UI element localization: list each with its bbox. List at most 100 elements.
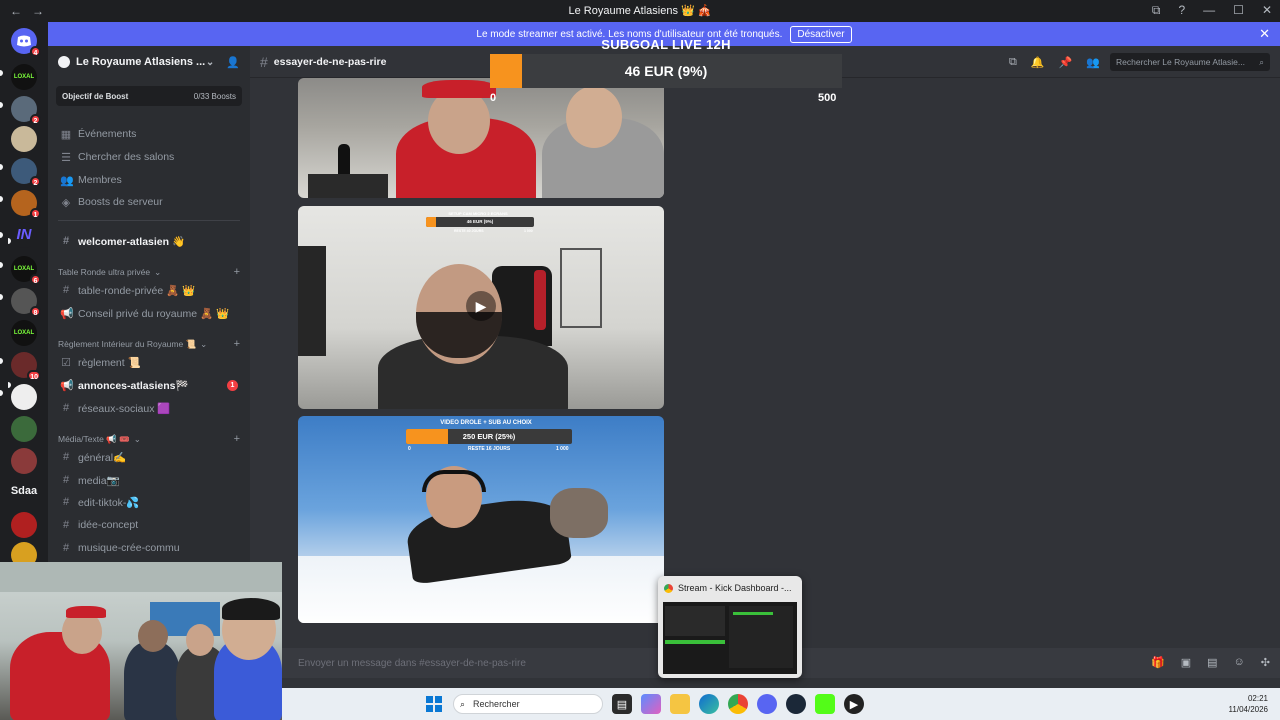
unread-pill xyxy=(0,232,3,238)
discord-icon[interactable] xyxy=(757,694,777,714)
add-channel-icon[interactable]: + xyxy=(234,266,240,278)
channel-media[interactable]: # media📷 xyxy=(56,470,242,490)
minimize-button[interactable]: — xyxy=(1203,3,1215,18)
channel-label: général✍️ xyxy=(78,451,127,464)
boost-label: Objectif de Boost xyxy=(62,91,129,101)
apps-icon[interactable]: ✣ xyxy=(1261,656,1270,669)
channel-reglement[interactable]: ☑ règlement 📜 xyxy=(56,352,242,372)
server-loxal-icon[interactable]: LOXAL xyxy=(11,64,37,90)
video-attachment-3[interactable]: VIDEO DROLE + SUB AU CHOIX 250 EUR (25%)… xyxy=(298,416,664,623)
beanie xyxy=(222,598,280,620)
nav-events[interactable]: ▦ Événements xyxy=(56,124,242,144)
nav-members[interactable]: 👥 Membres xyxy=(56,170,242,190)
system-clock[interactable]: 02:21 11/04/2026 xyxy=(1229,693,1268,715)
server-avatar-icon[interactable] xyxy=(11,512,37,538)
subgoal-bar: 46 EUR (9%) xyxy=(490,54,842,88)
bell-icon[interactable]: 🔔 xyxy=(1031,56,1045,69)
hash-icon: # xyxy=(62,402,70,414)
speaker xyxy=(298,246,326,356)
media-player-icon[interactable]: ▶ xyxy=(844,694,864,714)
channel-general[interactable]: # général✍️ xyxy=(56,447,242,467)
desk-chair xyxy=(308,174,388,198)
boost-goal[interactable]: Objectif de Boost 0/33 Boosts xyxy=(56,86,242,106)
clock-time: 02:21 xyxy=(1247,694,1268,703)
server-avatar-icon[interactable]: 1 xyxy=(11,190,41,219)
channel-sidebar: Le Royaume Atlasiens ... ⌄ 👤 Objectif de… xyxy=(8,46,250,562)
server-loxal-icon[interactable]: LOXAL xyxy=(11,320,37,346)
channel-edit-tiktok[interactable]: # edit-tiktok-💦 xyxy=(56,492,242,512)
pin-icon[interactable]: 📌 xyxy=(1059,56,1073,69)
server-avatar-icon[interactable]: 8 xyxy=(11,288,41,317)
category-table-ronde[interactable]: Table Ronde ultra privée ⌄ + xyxy=(58,266,240,278)
badge: 6 xyxy=(30,274,41,285)
category-media[interactable]: Média/Texte 📢 🎟️ ⌄ + xyxy=(58,433,240,445)
server-avatar-icon[interactable]: 2 xyxy=(11,96,41,125)
close-window-button[interactable]: ✕ xyxy=(1262,3,1272,18)
video-attachment-2[interactable]: SETUP CAM MICRO 2 ECRANS 46 EUR (9%) RES… xyxy=(298,206,664,409)
subgoal-title: SUBGOAL LIVE 12H xyxy=(601,37,731,52)
kick-icon[interactable] xyxy=(815,694,835,714)
start-windows-icon[interactable] xyxy=(424,694,444,714)
server-avatar-icon[interactable] xyxy=(11,416,37,442)
channel-musique[interactable]: # musique-crée-commu xyxy=(56,538,242,558)
banner-close-icon[interactable]: ✕ xyxy=(1259,26,1270,42)
video-attachment-1[interactable] xyxy=(298,78,664,198)
server-avatar-icon[interactable] xyxy=(11,384,37,410)
server-sdaa-label[interactable]: Sdaa xyxy=(4,485,44,497)
person-head xyxy=(138,620,168,652)
gif-icon[interactable]: ▣ xyxy=(1181,656,1191,669)
threads-icon[interactable]: ⧉ xyxy=(1009,56,1017,69)
sticker-icon[interactable]: ▤ xyxy=(1207,656,1217,669)
channel-reseaux[interactable]: # réseaux-sociaux 🟪 xyxy=(56,398,242,418)
nav-browse-channels[interactable]: ☰ Chercher des salons xyxy=(56,147,242,167)
taskbar-search-input[interactable]: ⌕ Rechercher xyxy=(453,694,603,714)
chrome-icon xyxy=(664,583,673,593)
server-avatar-icon[interactable]: 10 xyxy=(11,352,41,381)
edge-icon[interactable] xyxy=(699,694,719,714)
category-reglement[interactable]: Règlement Intérieur du Royaume 📜 ⌄ + xyxy=(58,338,240,350)
channel-annonces[interactable]: 📢 annonces-atlasiens🏁 1 xyxy=(8,375,242,395)
chrome-icon[interactable] xyxy=(728,694,748,714)
play-icon[interactable]: ▶ xyxy=(466,291,496,321)
unread-pill xyxy=(0,262,3,268)
app-root: ← → Le Royaume Atlasiens 👑 🎪 ⧉ ? — ☐ ✕ L… xyxy=(0,0,1280,720)
file-explorer-icon[interactable] xyxy=(670,694,690,714)
direct-messages-icon[interactable]: 4 xyxy=(11,28,41,57)
chevron-down-icon[interactable]: ⌄ xyxy=(206,57,214,68)
taskbar-window-preview[interactable]: Stream - Kick Dashboard -... xyxy=(658,576,802,678)
add-channel-icon[interactable]: + xyxy=(234,338,240,350)
channel-conseil[interactable]: 📢 Conseil privé du royaume 🧸 👑 xyxy=(56,303,242,323)
disable-streamer-button[interactable]: Désactiver xyxy=(790,25,852,43)
channel-label: réseaux-sociaux 🟪 xyxy=(78,402,171,415)
server-avatar-icon[interactable] xyxy=(11,126,37,152)
unread-pill xyxy=(0,294,3,300)
task-view-icon[interactable]: ▤ xyxy=(612,694,632,714)
help-icon[interactable]: ? xyxy=(1178,3,1185,18)
emoji-icon[interactable]: ☺ xyxy=(1234,656,1245,669)
channel-label: media📷 xyxy=(78,474,120,487)
steam-icon[interactable] xyxy=(786,694,806,714)
channel-label: idée-concept xyxy=(78,519,139,531)
server-in-icon[interactable]: IN xyxy=(11,222,37,248)
members-icon[interactable]: 👥 xyxy=(1086,56,1100,69)
invite-user-icon[interactable]: 👤 xyxy=(226,56,240,69)
window-title: Le Royaume Atlasiens 👑 🎪 xyxy=(568,5,712,17)
copilot-icon[interactable] xyxy=(641,694,661,714)
channel-table-ronde[interactable]: # table-ronde-privée 🧸 👑 xyxy=(56,280,242,300)
headset xyxy=(422,470,486,492)
nav-server-boosts[interactable]: ◈ Boosts de serveur xyxy=(56,192,242,212)
screen-share-icon[interactable]: ⧉ xyxy=(1152,3,1161,18)
search-input[interactable]: Rechercher Le Royaume Atlasie... ⌕ xyxy=(1110,53,1270,71)
nav-label: Chercher des salons xyxy=(78,151,175,163)
video3-min: 0 xyxy=(408,446,411,452)
channel-welcomer[interactable]: # welcomer-atlasien 👋 xyxy=(8,231,242,251)
server-avatar-icon[interactable] xyxy=(11,448,37,474)
guild-header[interactable]: Le Royaume Atlasiens ... ⌄ 👤 xyxy=(48,46,250,78)
maximize-button[interactable]: ☐ xyxy=(1233,3,1244,18)
server-avatar-icon[interactable]: 2 xyxy=(11,158,41,187)
server-loxal-icon[interactable]: LOXAL 6 xyxy=(11,256,41,285)
channel-idee-concept[interactable]: # idée-concept xyxy=(56,515,242,535)
boost-icon: ◈ xyxy=(61,196,71,209)
add-channel-icon[interactable]: + xyxy=(234,433,240,445)
gift-icon[interactable]: 🎁 xyxy=(1151,656,1165,669)
